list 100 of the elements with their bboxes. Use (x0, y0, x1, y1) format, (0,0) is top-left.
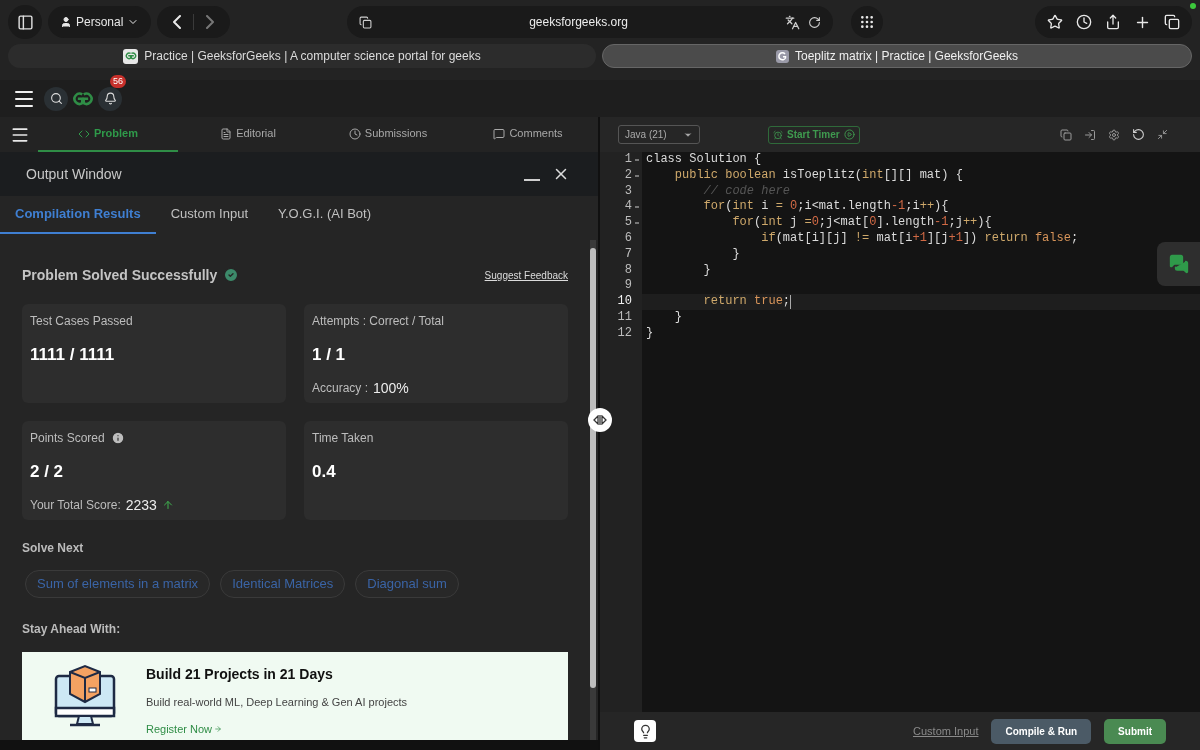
fold-icon[interactable] (634, 206, 639, 209)
page-icon (359, 15, 372, 29)
search-button[interactable] (44, 86, 68, 111)
code-line: if(mat[i][j] != mat[i+1][j+1]) return false; (760, 231, 1079, 247)
stat-label: Time Taken (312, 430, 374, 447)
line-number: 10 (617, 294, 632, 310)
fold-icon[interactable] (634, 222, 639, 225)
problem-tab[interactable]: Editorial (178, 117, 318, 152)
code-line: for(int j =0;j<mat[0].length-1;j++){ (731, 215, 992, 231)
line-number: 11 (617, 309, 632, 326)
stat-detail-value: 100% (373, 378, 409, 398)
logo-icon (72, 89, 94, 108)
address-bar[interactable]: geeksforgeeks.org (347, 6, 833, 38)
line-number: 6 (624, 231, 632, 247)
bell-icon (103, 92, 117, 105)
chat-bubbles-icon (1168, 254, 1189, 274)
stat-detail-value: 2233 (125, 495, 157, 515)
output-tab[interactable]: Compilation Results (0, 196, 156, 234)
profile-button[interactable]: Personal (48, 6, 152, 38)
code-line: } (646, 325, 654, 342)
app-grid-button[interactable] (851, 6, 883, 38)
search-icon (49, 92, 63, 105)
code-line: } (731, 246, 740, 263)
line-number: 1 (624, 152, 632, 168)
play-icon (843, 129, 855, 140)
alarm-icon (773, 129, 783, 140)
line-number: 8 (624, 262, 632, 279)
register-link[interactable]: Register Now (146, 720, 213, 737)
promo-title: Build 21 Projects in 21 Days (146, 665, 334, 684)
problem-tab[interactable]: Submissions (318, 117, 458, 152)
code-line: public boolean isToeplitz(int[][] mat) { (673, 167, 963, 184)
document-icon (220, 127, 233, 140)
chat-icon (493, 127, 506, 140)
arrow-right-icon (214, 724, 223, 733)
fold-icon[interactable] (634, 174, 639, 177)
chevron-left-icon (173, 15, 182, 29)
section-heading: Stay Ahead With: (22, 621, 122, 638)
fold-icon[interactable] (634, 158, 639, 161)
section-heading: Solve Next (22, 540, 85, 557)
line-number: 2 (624, 167, 632, 184)
stat-label: Attempts : Correct / Total (312, 313, 444, 330)
text-cursor (790, 295, 792, 310)
reset-icon[interactable] (1132, 128, 1145, 141)
chevron-right-icon (206, 15, 215, 29)
success-icon (223, 267, 240, 283)
grid-icon (859, 14, 875, 30)
code-line: } (673, 309, 682, 326)
window-title: Output Window (26, 164, 123, 184)
bookmark-icon[interactable] (1047, 14, 1063, 30)
status-heading: Problem Solved Successfully (22, 265, 218, 285)
person-icon (60, 16, 72, 28)
stat-detail-label: Your Total Score: (30, 497, 121, 514)
stat-value: 2 / 2 (30, 461, 65, 483)
line-number: 3 (624, 183, 632, 200)
output-tab[interactable]: Y.O.G.I. (AI Bot) (263, 196, 386, 234)
code-line: for(int i = 0;i<mat.length-1;i++){ (702, 199, 949, 216)
problem-tab[interactable]: Comments (458, 117, 598, 152)
stat-label: Test Cases Passed (30, 313, 133, 330)
stat-value: 1111 / 1111 (30, 344, 116, 366)
chat-button[interactable] (1157, 242, 1200, 286)
code-line: // code here (702, 183, 791, 200)
submit-button[interactable]: Submit (1104, 718, 1166, 744)
line-number: 9 (624, 278, 632, 295)
start-timer-button[interactable]: Start Timer (768, 125, 860, 144)
code-line: class Solution { (646, 152, 762, 168)
copy-icon[interactable] (1060, 128, 1072, 141)
browser-tab[interactable]: Practice | GeeksforGeeks | A computer science portal for geeks (8, 44, 596, 68)
code-line: return true; (702, 294, 791, 310)
settings-icon[interactable] (1108, 128, 1120, 141)
share-icon[interactable] (1105, 14, 1121, 30)
monitor-box-drawing (54, 664, 116, 728)
clock-icon (348, 127, 361, 140)
favicon-icon (776, 49, 789, 63)
sidebar-toggle-button[interactable] (8, 5, 42, 39)
line-number: 4 (624, 199, 632, 216)
info-icon[interactable] (110, 431, 125, 445)
code-line: } (702, 262, 711, 279)
output-tab[interactable]: Custom Input (155, 196, 263, 234)
reload-icon[interactable] (808, 15, 821, 29)
stat-detail-label: Accuracy : (312, 380, 368, 397)
line-number: 7 (624, 246, 632, 263)
custom-input-link[interactable]: Custom Input (913, 722, 979, 740)
promo-subtitle: Build real-world ML, Deep Learning & Gen AI projects (146, 695, 408, 710)
language-select[interactable]: Java (21) (618, 125, 700, 144)
tabs-overview-icon[interactable] (1164, 14, 1180, 30)
feedback-link[interactable]: Suggest Feedback (484, 267, 568, 283)
fullscreen-icon[interactable] (1157, 129, 1168, 140)
import-icon[interactable] (1084, 128, 1096, 141)
notification-button[interactable] (98, 86, 122, 111)
stat-label: Points Scored (30, 430, 105, 447)
split-arrows-icon (593, 415, 607, 425)
hint-button[interactable] (634, 720, 656, 742)
line-number: 12 (617, 325, 632, 342)
history-icon[interactable] (1076, 14, 1092, 30)
compile-run-button[interactable]: Compile & Run (991, 718, 1092, 744)
stat-value: 1 / 1 (312, 344, 347, 366)
stat-value: 0.4 (312, 461, 337, 483)
translate-icon[interactable] (785, 14, 800, 30)
browser-tab[interactable]: Toeplitz matrix | Practice | GeeksforGeeks (602, 44, 1192, 68)
line-number: 5 (624, 215, 632, 231)
